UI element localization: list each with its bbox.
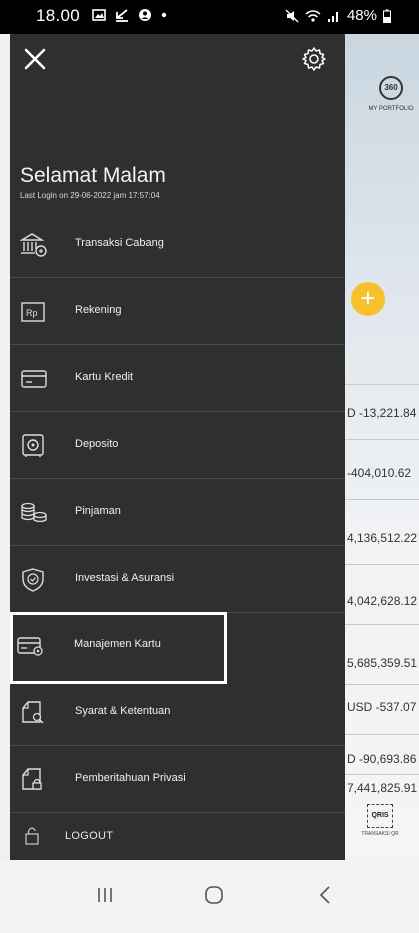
account-row[interactable] [345, 564, 419, 565]
close-icon[interactable] [22, 46, 48, 72]
menu-item-pinjaman[interactable]: Pinjaman [10, 479, 345, 546]
menu-item-label: Rekening [75, 304, 122, 316]
menu-item-investasi-asuransi[interactable]: Investasi & Asuransi [10, 546, 345, 613]
menu-item-transaksi-cabang[interactable]: Transaksi Cabang [10, 211, 345, 278]
account-row[interactable] [345, 499, 419, 500]
background-app: 360 MY PORTFOLIO + D -13,221.84 -404,010… [345, 34, 419, 860]
account-amount: 4,136,512.22 [347, 531, 418, 545]
battery-icon [383, 9, 391, 23]
qris-label: TRANSAKSI QR [361, 831, 399, 837]
account-amount: 4,042,628.12 [347, 594, 418, 608]
bank-branch-icon [20, 233, 47, 257]
account-notification-icon [139, 9, 151, 21]
navigation-drawer: Selamat Malam Last Login on 29-06-2022 j… [10, 34, 345, 860]
logout-label: LOGOUT [65, 830, 114, 842]
my-portfolio-button[interactable]: 360 MY PORTFOLIO [365, 76, 417, 112]
menu-item-kartu-kredit[interactable]: Kartu Kredit [10, 345, 345, 412]
safe-icon [22, 434, 44, 457]
menu-item-label: Syarat & Ketentuan [75, 705, 171, 717]
coins-icon [21, 502, 47, 523]
mute-icon [285, 9, 299, 22]
account-row[interactable] [345, 774, 419, 775]
account-amount: D -90,693.86 [347, 752, 417, 766]
last-login-text: Last Login on 29-06-2022 jam 17:57:04 [20, 191, 160, 200]
account-row[interactable] [345, 684, 419, 685]
my-portfolio-label: MY PORTFOLIO [368, 106, 414, 112]
menu-item-label: Investasi & Asuransi [75, 572, 175, 584]
menu-item-label: Transaksi Cabang [75, 237, 164, 249]
account-amount: 7,441,825.91 [347, 781, 418, 795]
document-search-icon [22, 701, 44, 724]
wifi-icon [305, 9, 321, 22]
account-amount: D -13,221.84 [347, 406, 417, 420]
gallery-notification-icon [92, 9, 106, 21]
qris-transaction-button[interactable]: QRIS TRANSAKSI QR [355, 804, 405, 837]
account-row[interactable] [345, 439, 419, 440]
status-time: 18.00 [36, 6, 81, 25]
recent-apps-icon[interactable] [90, 880, 120, 910]
gear-icon[interactable] [301, 46, 327, 72]
account-amount: 5,685,359.51 [347, 656, 418, 670]
portfolio-360-icon: 360 [379, 76, 403, 100]
card-settings-icon [17, 637, 43, 656]
svg-text:Rp: Rp [26, 308, 38, 318]
menu-item-syarat-ketentuan[interactable]: Syarat & Ketentuan [10, 679, 345, 746]
back-icon[interactable] [310, 880, 340, 910]
greeting-text: Selamat Malam [20, 164, 166, 187]
account-row[interactable] [345, 734, 419, 735]
download-notification-icon [116, 9, 128, 22]
menu-item-pemberitahuan-privasi[interactable]: Pemberitahuan Privasi [10, 746, 345, 813]
account-amount: USD -537.07 [347, 700, 417, 714]
home-icon[interactable] [199, 880, 229, 910]
more-dot-icon [161, 12, 167, 18]
menu-item-label: Pinjaman [75, 505, 121, 517]
signal-icon [327, 11, 338, 22]
account-amount: -404,010.62 [347, 466, 412, 480]
rupiah-card-icon: Rp [21, 302, 45, 322]
battery-percentage: 48% [346, 7, 377, 24]
logout-button[interactable]: LOGOUT [10, 820, 345, 860]
status-bar: 18.00 48% [0, 0, 419, 34]
shield-icon [22, 568, 44, 592]
account-row[interactable] [345, 624, 419, 625]
menu-item-rekening[interactable]: Rp Rekening [10, 278, 345, 345]
document-lock-icon [22, 768, 42, 790]
menu-item-label: Manajemen Kartu [74, 638, 161, 650]
account-row[interactable] [345, 384, 419, 385]
menu-item-manajemen-kartu[interactable]: Manajemen Kartu [10, 612, 227, 684]
menu-item-label: Pemberitahuan Privasi [75, 772, 186, 784]
credit-card-icon [21, 370, 47, 388]
drawer-menu: Transaksi Cabang Rp Rekening Kartu Kredi… [10, 211, 345, 813]
add-fab-button[interactable]: + [351, 282, 385, 316]
qris-icon: QRIS [367, 804, 393, 828]
menu-item-label: Deposito [75, 438, 119, 450]
lock-icon [25, 827, 39, 845]
system-navigation-bar [0, 860, 419, 933]
menu-item-label: Kartu Kredit [75, 371, 134, 383]
menu-item-deposito[interactable]: Deposito [10, 412, 345, 479]
